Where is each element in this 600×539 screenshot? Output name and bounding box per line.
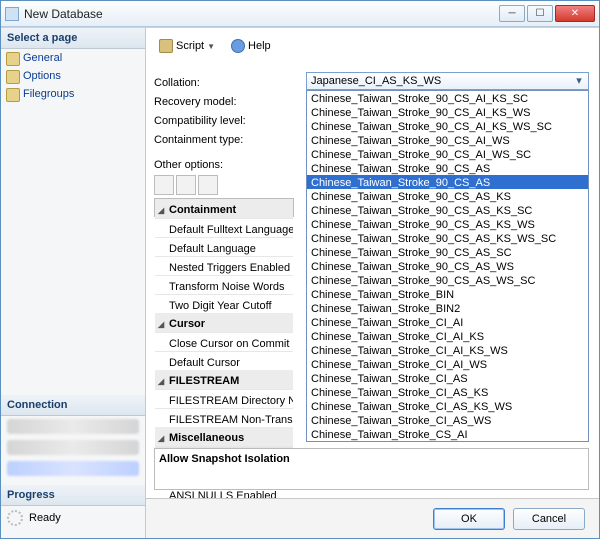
script-button[interactable]: Script ▼ xyxy=(154,36,220,56)
dropdown-item[interactable]: Chinese_Taiwan_Stroke_90_CS_AI_KS_SC xyxy=(307,91,588,105)
dialog-footer: OK Cancel xyxy=(146,498,599,538)
connection-link-blur[interactable] xyxy=(7,461,139,476)
grid-cat-misc[interactable]: Miscellaneous xyxy=(155,427,293,446)
property-grid[interactable]: Containment Default Fulltext Language LC… xyxy=(154,198,294,217)
connection-server-blur xyxy=(7,419,139,434)
grid-row[interactable]: Nested Triggers Enabled xyxy=(155,256,293,275)
grid-row[interactable]: Default Language xyxy=(155,237,293,256)
grid-row[interactable]: Default Cursor xyxy=(155,351,293,370)
progress-status: Ready xyxy=(29,512,61,524)
grid-cat-filestream[interactable]: FILESTREAM xyxy=(155,370,293,389)
dropdown-item[interactable]: Chinese_Taiwan_Stroke_90_CS_AS_KS_SC xyxy=(307,203,588,217)
compat-label: Compatibility level: xyxy=(154,112,294,131)
dropdown-item[interactable]: Chinese_Taiwan_Stroke_90_CS_AI_KS_WS_SC xyxy=(307,119,588,133)
dropdown-item[interactable]: Chinese_Taiwan_Stroke_CI_AI_WS xyxy=(307,357,588,371)
connection-header: Connection xyxy=(1,395,145,416)
dropdown-item[interactable]: Chinese_Taiwan_Stroke_90_CS_AS_SC xyxy=(307,245,588,259)
containment-label: Containment type: xyxy=(154,131,294,150)
close-button[interactable]: ✕ xyxy=(555,5,595,22)
grid-row[interactable]: Two Digit Year Cutoff xyxy=(155,294,293,313)
dropdown-item[interactable]: Chinese_Taiwan_Stroke_CI_AS_WS xyxy=(307,413,588,427)
field-labels: Collation: Recovery model: Compatibility… xyxy=(154,74,294,217)
help-button[interactable]: Help xyxy=(226,36,276,56)
grid-row[interactable]: Transform Noise Words xyxy=(155,275,293,294)
help-icon xyxy=(231,39,245,53)
new-database-dialog: New Database ─ ☐ ✕ Select a page General… xyxy=(0,0,600,539)
select-page-header: Select a page xyxy=(1,28,145,49)
dropdown-item[interactable]: Chinese_Taiwan_Stroke_90_CS_AS xyxy=(307,175,588,189)
cancel-button[interactable]: Cancel xyxy=(513,508,585,530)
grid-row[interactable]: Default Fulltext Language LCID xyxy=(155,218,293,237)
toolbar: Script ▼ Help xyxy=(154,34,591,58)
dropdown-item[interactable]: Chinese_Taiwan_Stroke_CI_AI xyxy=(307,315,588,329)
dropdown-item[interactable]: Chinese_Taiwan_Stroke_90_CS_AS_WS xyxy=(307,259,588,273)
property-description: Allow Snapshot Isolation xyxy=(154,448,589,490)
other-options-label: Other options: xyxy=(154,156,294,175)
sidebar-item-options[interactable]: Options xyxy=(1,67,145,85)
dropdown-item[interactable]: Chinese_Taiwan_Stroke_CI_AS_KS_WS xyxy=(307,399,588,413)
sidebar-item-general[interactable]: General xyxy=(1,49,145,67)
connection-user-blur xyxy=(7,440,139,455)
ok-button[interactable]: OK xyxy=(433,508,505,530)
dropdown-item[interactable]: Chinese_Taiwan_Stroke_CS_AI xyxy=(307,427,588,441)
collation-dropdown-list[interactable]: Chinese_Taiwan_Stroke_90_CS_AI_KS_SCChin… xyxy=(306,90,589,442)
minimize-button[interactable]: ─ xyxy=(499,5,525,22)
chevron-down-icon[interactable]: ▼ xyxy=(207,42,215,51)
main-panel: Script ▼ Help Collation: Recovery model:… xyxy=(146,28,599,538)
grid-cat-cursor[interactable]: Cursor xyxy=(155,313,293,332)
dropdown-item[interactable]: Chinese_Taiwan_Stroke_BIN2 xyxy=(307,301,588,315)
dropdown-item[interactable]: Chinese_Taiwan_Stroke_90_CS_AS xyxy=(307,161,588,175)
dropdown-item[interactable]: Chinese_Taiwan_Stroke_90_CS_AS_KS_WS_SC xyxy=(307,231,588,245)
progress-header: Progress xyxy=(1,485,145,506)
window-title: New Database xyxy=(24,7,499,21)
grid-toolbar xyxy=(154,175,294,194)
window-icon xyxy=(5,7,19,21)
collation-combobox[interactable]: Japanese_CI_AS_KS_WS xyxy=(306,72,589,90)
script-icon xyxy=(159,39,173,53)
dropdown-item[interactable]: Chinese_Taiwan_Stroke_BIN xyxy=(307,287,588,301)
grid-cat-containment[interactable]: Containment xyxy=(155,199,293,218)
dropdown-item[interactable]: Chinese_Taiwan_Stroke_90_CS_AI_WS_SC xyxy=(307,147,588,161)
progress-spinner-icon xyxy=(7,510,23,526)
dropdown-item[interactable]: Chinese_Taiwan_Stroke_90_CS_AS_KS xyxy=(307,189,588,203)
grid-row[interactable]: Close Cursor on Commit Enabled xyxy=(155,332,293,351)
dropdown-item[interactable]: Chinese_Taiwan_Stroke_90_CS_AS_KS_WS xyxy=(307,217,588,231)
dropdown-item[interactable]: Chinese_Taiwan_Stroke_90_CS_AI_WS xyxy=(307,133,588,147)
sort-button[interactable] xyxy=(176,175,196,195)
dropdown-item[interactable]: Chinese_Taiwan_Stroke_CI_AS_KS xyxy=(307,385,588,399)
grid-row[interactable]: FILESTREAM Non-Transacted Acc xyxy=(155,408,293,427)
description-title: Allow Snapshot Isolation xyxy=(159,453,584,465)
dropdown-item[interactable]: Chinese_Taiwan_Stroke_CS_AI_KS xyxy=(307,441,588,442)
collation-label: Collation: xyxy=(154,74,294,93)
dropdown-item[interactable]: Chinese_Taiwan_Stroke_CI_AS xyxy=(307,371,588,385)
sidebar-item-filegroups[interactable]: Filegroups xyxy=(1,85,145,103)
dropdown-item[interactable]: Chinese_Taiwan_Stroke_90_CS_AS_WS_SC xyxy=(307,273,588,287)
recovery-label: Recovery model: xyxy=(154,93,294,112)
titlebar[interactable]: New Database ─ ☐ ✕ xyxy=(1,1,599,27)
sidebar: Select a page General Options Filegroups… xyxy=(1,28,146,538)
grid-view-button[interactable] xyxy=(198,175,218,195)
grid-row[interactable]: FILESTREAM Directory Name xyxy=(155,389,293,408)
categorize-button[interactable] xyxy=(154,175,174,195)
dropdown-item[interactable]: Chinese_Taiwan_Stroke_90_CS_AI_KS_WS xyxy=(307,105,588,119)
dropdown-item[interactable]: Chinese_Taiwan_Stroke_CI_AI_KS xyxy=(307,329,588,343)
maximize-button[interactable]: ☐ xyxy=(527,5,553,22)
dropdown-item[interactable]: Chinese_Taiwan_Stroke_CI_AI_KS_WS xyxy=(307,343,588,357)
collation-value: Japanese_CI_AS_KS_WS xyxy=(311,75,441,87)
